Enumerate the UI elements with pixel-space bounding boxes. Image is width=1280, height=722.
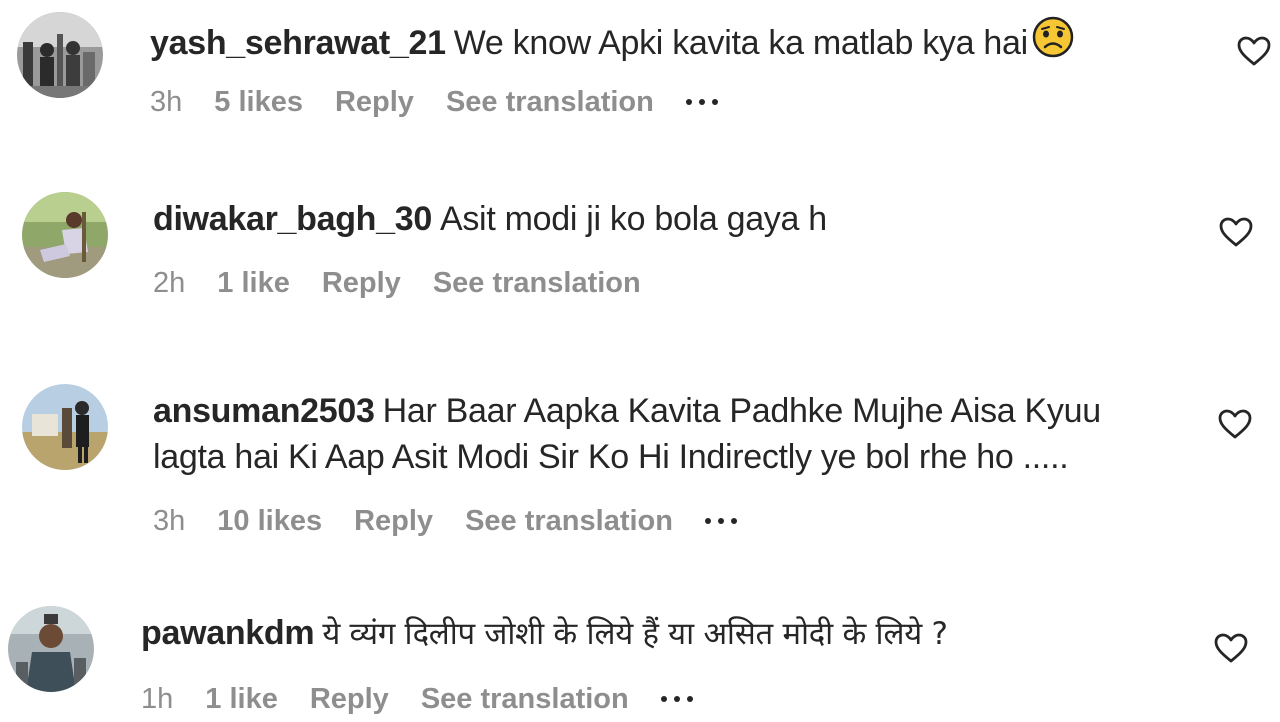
see-translation-button[interactable]: See translation <box>446 85 654 119</box>
heart-outline-icon[interactable] <box>1236 35 1272 67</box>
more-options-icon[interactable] <box>685 85 718 119</box>
comment-item: yash_sehrawat_21 We know Apki kavita ka m… <box>0 0 1280 170</box>
see-translation-button[interactable]: See translation <box>421 682 629 716</box>
comment-item: diwakar_bagh_30 Asit modi ji ko bola gaya… <box>0 180 1280 350</box>
reply-button[interactable]: Reply <box>322 266 401 300</box>
comment-body-line-1: Har Baar Aapka Kavita Padhke Mujhe Aisa … <box>382 392 1102 430</box>
comment-username[interactable]: pawankdm <box>141 614 315 652</box>
comment-text: ansuman2503 Har Baar Aapka Kavita Padhke … <box>153 388 1101 480</box>
comment-text: diwakar_bagh_30 Asit modi ji ko bola gaya… <box>153 196 827 242</box>
comment-username[interactable]: diwakar_bagh_30 <box>153 200 432 238</box>
comment-body: ये व्यंग दिलीप जोशी के लिये हैं या असित … <box>322 616 948 652</box>
more-options-icon[interactable] <box>704 504 737 538</box>
avatar[interactable] <box>17 12 103 98</box>
comment-time[interactable]: 2h <box>153 266 185 300</box>
see-translation-button[interactable]: See translation <box>465 504 673 538</box>
avatar-photo <box>22 192 108 278</box>
avatar[interactable] <box>8 606 94 692</box>
comment-time[interactable]: 3h <box>153 504 185 538</box>
comment-text: yash_sehrawat_21 We know Apki kavita ka m… <box>150 16 1074 70</box>
comment-meta: 1h 1 like Reply See translation <box>141 682 693 716</box>
comment-time[interactable]: 1h <box>141 682 173 716</box>
heart-outline-icon[interactable] <box>1213 632 1249 664</box>
avatar[interactable] <box>22 192 108 278</box>
avatar-photo <box>22 384 108 470</box>
comment-meta: 3h 10 likes Reply See translation <box>153 504 737 538</box>
avatar[interactable] <box>22 384 108 470</box>
comment-text: pawankdm ये व्यंग दिलीप जोशी के लिये हैं … <box>141 610 948 657</box>
more-options-icon[interactable] <box>660 682 693 716</box>
likes-count[interactable]: 1 like <box>205 682 278 716</box>
reply-button[interactable]: Reply <box>310 682 389 716</box>
likes-count[interactable]: 5 likes <box>214 85 303 119</box>
avatar-photo <box>8 606 94 692</box>
see-translation-button[interactable]: See translation <box>433 266 641 300</box>
comment-item: pawankdm ये व्यंग दिलीप जोशी के लिये हैं … <box>0 596 1280 722</box>
comment-body-line-2: lagta hai Ki Aap Asit Modi Sir Ko Hi Ind… <box>153 438 1069 476</box>
likes-count[interactable]: 10 likes <box>217 504 322 538</box>
comment-meta: 3h 5 likes Reply See translation <box>150 85 718 119</box>
heart-outline-icon[interactable] <box>1217 408 1253 440</box>
comment-body: We know Apki kavita ka matlab kya hai <box>453 24 1028 62</box>
comment-item: ansuman2503 Har Baar Aapka Kavita Padhke … <box>0 372 1280 582</box>
likes-count[interactable]: 1 like <box>217 266 290 300</box>
comment-username[interactable]: ansuman2503 <box>153 392 375 430</box>
worried-face-emoji-icon <box>1032 16 1074 70</box>
reply-button[interactable]: Reply <box>354 504 433 538</box>
reply-button[interactable]: Reply <box>335 85 414 119</box>
comment-meta: 2h 1 like Reply See translation <box>153 266 673 300</box>
heart-outline-icon[interactable] <box>1218 216 1254 248</box>
comment-time[interactable]: 3h <box>150 85 182 119</box>
comment-username[interactable]: yash_sehrawat_21 <box>150 24 446 62</box>
comment-body: Asit modi ji ko bola gaya h <box>439 200 827 238</box>
avatar-photo <box>17 12 103 98</box>
